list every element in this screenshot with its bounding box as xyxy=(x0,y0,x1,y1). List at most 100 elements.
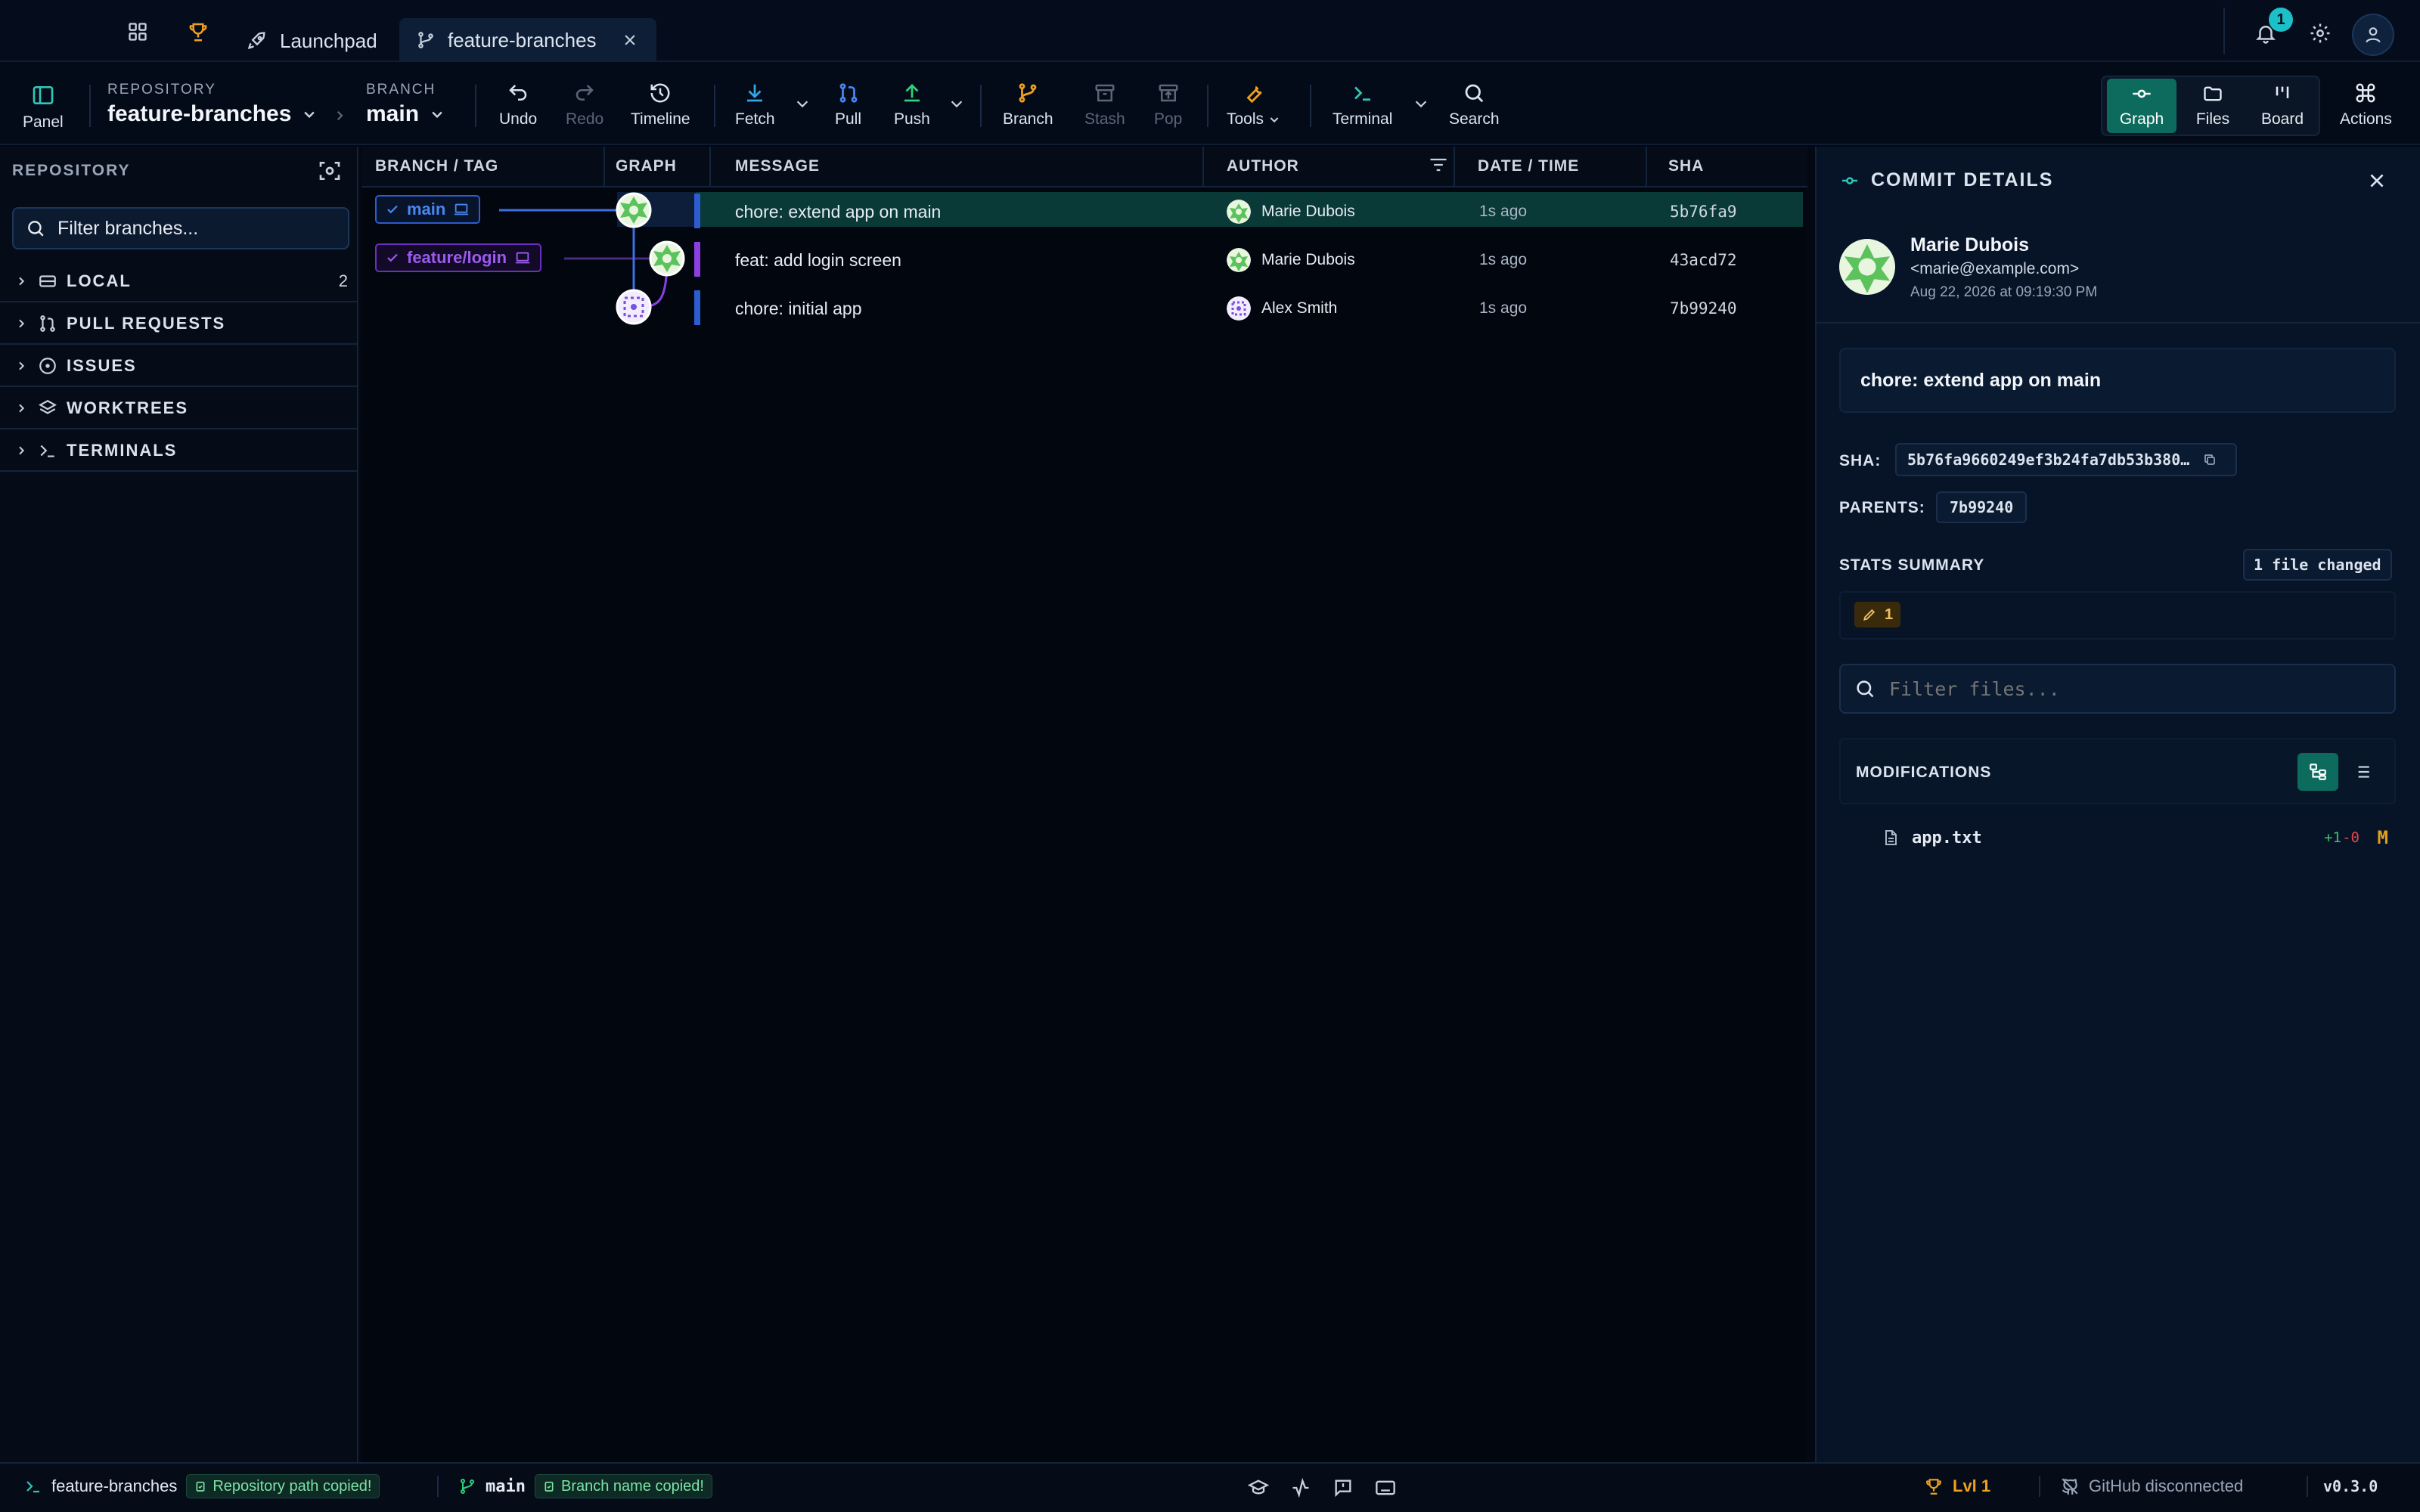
keyboard-icon[interactable] xyxy=(1375,1477,1396,1498)
trophy-icon xyxy=(1926,1479,1941,1495)
commit-node-main xyxy=(616,192,652,228)
chevron-right-icon xyxy=(19,361,25,370)
chevron-right-icon xyxy=(19,404,25,413)
status-repo-name: feature-branches xyxy=(51,1476,178,1495)
author-avatar xyxy=(1839,239,1895,295)
sidebar-section-worktrees[interactable]: WORKTREES xyxy=(0,389,358,429)
command-icon xyxy=(2356,83,2375,103)
tree-icon xyxy=(2310,764,2326,780)
branch-copied-badge: Branch name copied! xyxy=(534,1474,712,1498)
commit-message-box: chore: extend app on main xyxy=(1839,348,2396,413)
github-status[interactable]: GitHub disconnected xyxy=(2060,1471,2243,1501)
divider xyxy=(2223,8,2225,54)
github-disconnected-icon xyxy=(2062,1478,2078,1495)
gear-icon[interactable] xyxy=(2305,18,2335,48)
terminal-icon xyxy=(26,1481,39,1493)
commit-sha: 5b76fa9 xyxy=(1670,203,1737,221)
commit-author: Marie Dubois xyxy=(1227,189,1355,234)
commit-date: 1s ago xyxy=(1479,299,1528,317)
file-filter[interactable] xyxy=(1839,664,2396,714)
parents-label: PARENTS: xyxy=(1839,499,1925,516)
search-icon xyxy=(1857,680,1874,698)
file-icon xyxy=(1885,830,1897,845)
divider xyxy=(437,1476,439,1497)
sha-value: 5b76fa9660249ef3b24fa7db53b380… xyxy=(1907,451,2190,469)
commit-sha: 43acd72 xyxy=(1670,251,1737,269)
level-text: Lvl 1 xyxy=(1953,1476,1991,1495)
user-icon xyxy=(2366,27,2381,43)
details-header: COMMIT DETAILS xyxy=(1841,169,2053,191)
commit-date: 1s ago xyxy=(1479,251,1528,268)
file-filter-input[interactable] xyxy=(1889,677,2373,700)
divider xyxy=(2039,1476,2040,1497)
chevron-right-icon xyxy=(19,446,25,455)
commit-message: feat: add login screen xyxy=(735,249,901,270)
git-branch-icon xyxy=(461,1479,474,1494)
copy-icon[interactable] xyxy=(2203,453,2217,466)
commit-author: Alex Smith xyxy=(1227,286,1337,331)
details-author-name: Marie Dubois xyxy=(1910,234,2029,256)
view-files-button[interactable]: Files xyxy=(2178,79,2248,133)
level-indicator[interactable]: Lvl 1 xyxy=(1924,1471,1990,1501)
tree-view-toggle[interactable] xyxy=(2297,753,2338,791)
status-repo[interactable]: feature-branches Repository path copied! xyxy=(24,1471,380,1501)
commit-details-panel xyxy=(1815,147,2420,1462)
pencil-icon xyxy=(1863,609,1876,621)
author-avatar xyxy=(1227,200,1251,224)
status-branch[interactable]: main Branch name copied! xyxy=(458,1471,712,1501)
view-board-button[interactable]: Board xyxy=(2248,79,2317,133)
file-name: app.txt xyxy=(1912,828,1982,847)
status-branch-name: main xyxy=(486,1476,526,1496)
app-version: v0.3.0 xyxy=(2323,1477,2378,1495)
layers-icon xyxy=(39,400,57,414)
view-board-label: Board xyxy=(2260,110,2304,128)
divider xyxy=(1817,322,2420,324)
feedback-icon[interactable] xyxy=(1333,1477,1354,1498)
repo-copied-text: Repository path copied! xyxy=(213,1477,372,1495)
commit-sha: 7b99240 xyxy=(1670,299,1737,318)
sha-label: SHA: xyxy=(1839,452,1882,469)
modifications-label: MODIFICATIONS xyxy=(1856,764,1992,781)
actions-label: Actions xyxy=(2340,110,2392,128)
author-name: Marie Dubois xyxy=(1261,203,1355,220)
sidebar-section-terminals[interactable]: TERMINALS xyxy=(0,431,358,472)
author-avatar xyxy=(1227,296,1251,321)
section-label: TERMINALS xyxy=(67,441,178,460)
commit-icon xyxy=(2133,89,2151,98)
section-label: ISSUES xyxy=(67,356,137,375)
clipboard-check-icon xyxy=(196,1481,205,1492)
activity-icon[interactable] xyxy=(1290,1477,1311,1498)
terminal-icon xyxy=(40,445,54,457)
list-view-toggle[interactable] xyxy=(2341,753,2382,791)
file-status: M xyxy=(2377,827,2388,848)
details-date: Aug 22, 2026 at 09:19:30 PM xyxy=(1910,284,2098,300)
commit-message: chore: extend app on main xyxy=(735,201,942,222)
modified-count: 1 xyxy=(1885,606,1894,623)
kanban-icon xyxy=(2276,86,2289,98)
actions-button[interactable]: Actions xyxy=(2340,82,2392,129)
list-icon xyxy=(2354,766,2369,778)
commit-row[interactable] xyxy=(363,237,1803,283)
commit-author: Marie Dubois xyxy=(1227,237,1355,283)
stats-summary-label: STATS SUMMARY xyxy=(1839,556,1985,574)
details-author-email: <marie@example.com> xyxy=(1910,260,2080,277)
parent-sha-link[interactable]: 7b99240 xyxy=(1936,491,2028,523)
close-icon[interactable] xyxy=(2367,171,2387,191)
file-additions: +1 xyxy=(2324,829,2341,846)
files-changed-badge: 1 file changed xyxy=(2243,549,2392,581)
file-row[interactable]: app.txt +1 -0 M xyxy=(1882,824,2396,851)
modified-count-badge: 1 xyxy=(1854,602,1901,627)
view-graph-button[interactable]: Graph xyxy=(2107,79,2176,133)
author-name: Alex Smith xyxy=(1261,299,1338,317)
lane-marker-main xyxy=(694,194,700,228)
file-deletions: -0 xyxy=(2342,829,2360,846)
sha-chip[interactable]: 5b76fa9660249ef3b24fa7db53b380… xyxy=(1895,443,2237,476)
issue-circle-icon xyxy=(39,358,56,374)
github-status-text: GitHub disconnected xyxy=(2089,1476,2244,1495)
sidebar-section-issues[interactable]: ISSUES xyxy=(0,346,358,387)
user-avatar-button[interactable] xyxy=(2352,14,2394,56)
clipboard-check-icon xyxy=(544,1481,554,1492)
graduation-cap-icon[interactable] xyxy=(1248,1477,1269,1498)
section-label: WORKTREES xyxy=(67,398,188,417)
commit-row[interactable] xyxy=(363,286,1803,331)
